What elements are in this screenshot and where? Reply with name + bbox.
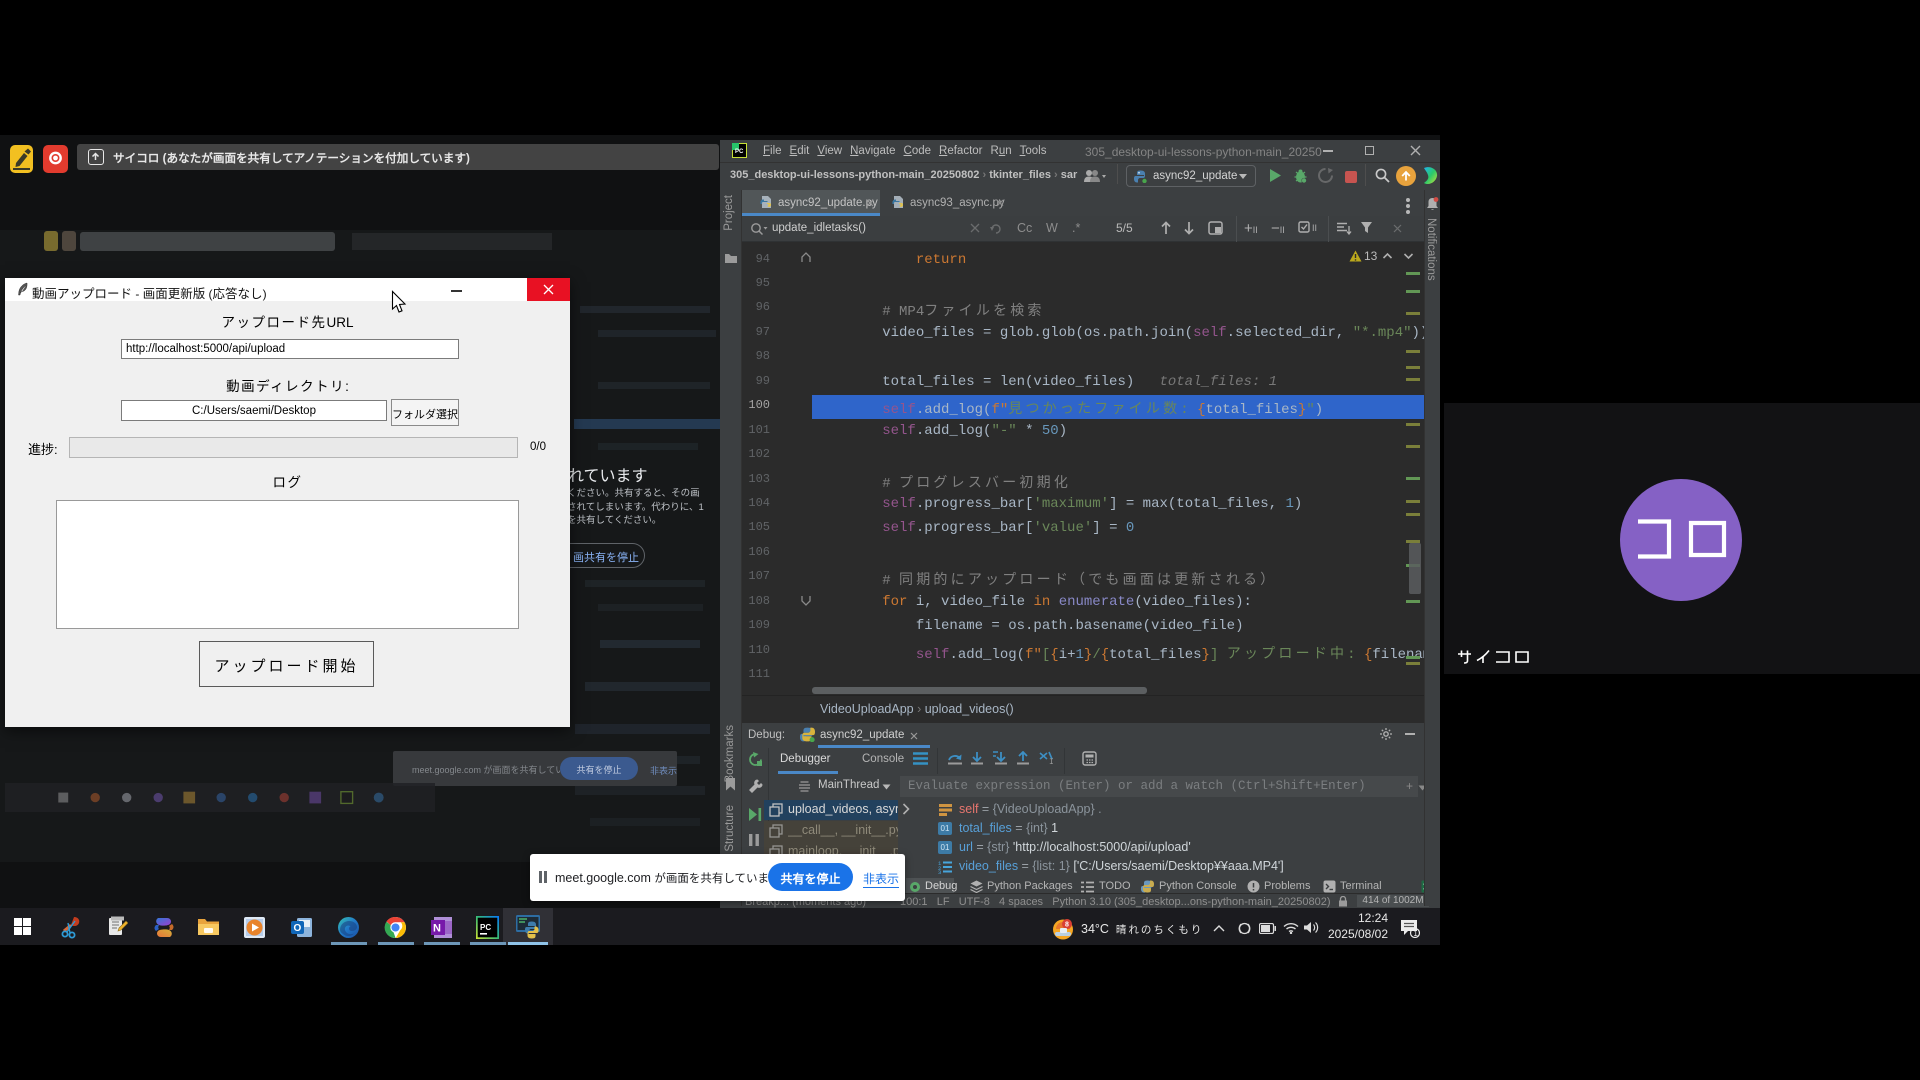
- svg-text:I: I: [1049, 758, 1054, 766]
- svg-text:N: N: [433, 923, 441, 935]
- svg-text:1: 1: [1413, 929, 1418, 938]
- svg-text:PC: PC: [480, 923, 491, 932]
- svg-text:PC: PC: [735, 149, 744, 155]
- svg-text:O: O: [294, 923, 302, 934]
- svg-text:3: 3: [938, 869, 941, 874]
- svg-text:8: 8: [1065, 922, 1069, 929]
